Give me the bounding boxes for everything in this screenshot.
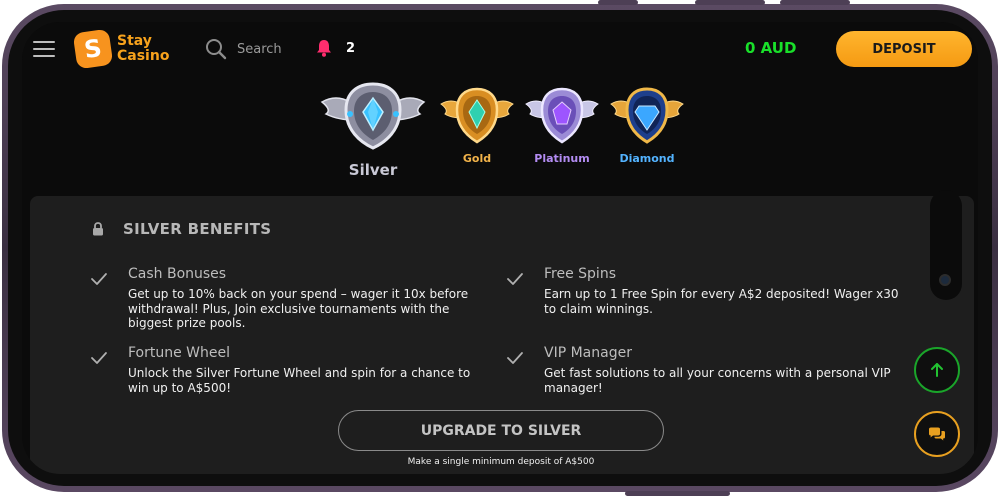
search-icon xyxy=(206,39,227,60)
benefit-title: Free Spins xyxy=(544,266,616,282)
balance-display[interactable]: 0 AUD xyxy=(745,39,796,57)
search-label: Search xyxy=(237,41,282,57)
tier-silver[interactable]: Silver xyxy=(316,80,430,179)
site-logo[interactable]: S Stay Casino xyxy=(72,28,170,70)
bell-icon xyxy=(317,40,331,57)
benefit-description: Get up to 10% back on your spend – wager… xyxy=(128,287,469,330)
camera-icon xyxy=(939,274,951,286)
screen: S Stay Casino Search 2 0 AUD DEPOSIT Sil… xyxy=(22,22,978,474)
benefit-free-spins: Free Spins Earn up to 1 Free Spin for ev… xyxy=(507,266,904,316)
benefit-description: Get fast solutions to all your concerns … xyxy=(544,366,891,395)
tier-gold[interactable]: Gold xyxy=(439,86,515,165)
diamond-badge-icon xyxy=(610,87,684,144)
tier-label-diamond: Diamond xyxy=(619,152,675,165)
benefit-title: VIP Manager xyxy=(544,345,632,361)
benefits-panel: SILVER BENEFITS Cash Bonuses Get up to 1… xyxy=(30,196,974,474)
notification-count: 2 xyxy=(346,40,356,56)
gold-badge-icon xyxy=(440,87,514,144)
tier-label-gold: Gold xyxy=(462,152,492,165)
check-icon xyxy=(91,273,107,285)
platinum-badge-icon xyxy=(525,87,599,144)
benefit-fortune-wheel: Fortune Wheel Unlock the Silver Fortune … xyxy=(91,345,488,395)
silver-badge-icon xyxy=(320,82,426,150)
benefit-vip-manager: VIP Manager Get fast solutions to all yo… xyxy=(507,345,904,395)
benefits-heading: SILVER BENEFITS xyxy=(92,220,271,238)
vip-tier-selector: Silver Gold Platinum Diamond xyxy=(22,80,978,195)
tier-diamond[interactable]: Diamond xyxy=(609,86,685,165)
logo-text-line2: Casino xyxy=(117,48,170,64)
arrow-up-icon xyxy=(931,363,943,377)
top-bar: S Stay Casino Search 2 0 AUD DEPOSIT xyxy=(22,22,978,78)
benefits-title: SILVER BENEFITS xyxy=(123,220,272,238)
phone-side-button xyxy=(598,0,638,5)
lock-icon xyxy=(93,222,103,236)
check-icon xyxy=(507,273,523,285)
phone-side-button xyxy=(695,0,765,5)
tier-platinum[interactable]: Platinum xyxy=(524,86,600,165)
benefit-title: Cash Bonuses xyxy=(128,266,227,282)
notifications-button[interactable]: 2 xyxy=(316,39,355,57)
chat-icon xyxy=(929,427,945,441)
check-icon xyxy=(91,352,107,364)
benefit-cash-bonuses: Cash Bonuses Get up to 10% back on your … xyxy=(91,266,488,331)
tier-label-silver: Silver xyxy=(348,161,398,179)
hamburger-menu-icon[interactable] xyxy=(33,41,55,57)
phone-side-button xyxy=(625,491,730,496)
live-chat-button[interactable] xyxy=(914,411,960,457)
search-button[interactable]: Search xyxy=(205,38,282,60)
check-icon xyxy=(507,352,523,364)
logo-badge: S xyxy=(72,28,114,70)
benefit-description: Unlock the Silver Fortune Wheel and spin… xyxy=(128,366,471,395)
benefit-description: Earn up to 1 Free Spin for every A$2 dep… xyxy=(544,287,899,316)
logo-text-line1: Stay xyxy=(117,33,152,49)
tier-label-platinum: Platinum xyxy=(534,152,590,165)
phone-side-button xyxy=(780,0,850,5)
scroll-to-top-button[interactable] xyxy=(914,347,960,393)
upgrade-note: Make a single minimum deposit of A$500 xyxy=(407,457,595,467)
benefit-title: Fortune Wheel xyxy=(128,345,231,361)
upgrade-to-silver-button[interactable]: UPGRADE TO SILVER xyxy=(338,410,664,451)
deposit-button[interactable]: DEPOSIT xyxy=(836,31,972,67)
